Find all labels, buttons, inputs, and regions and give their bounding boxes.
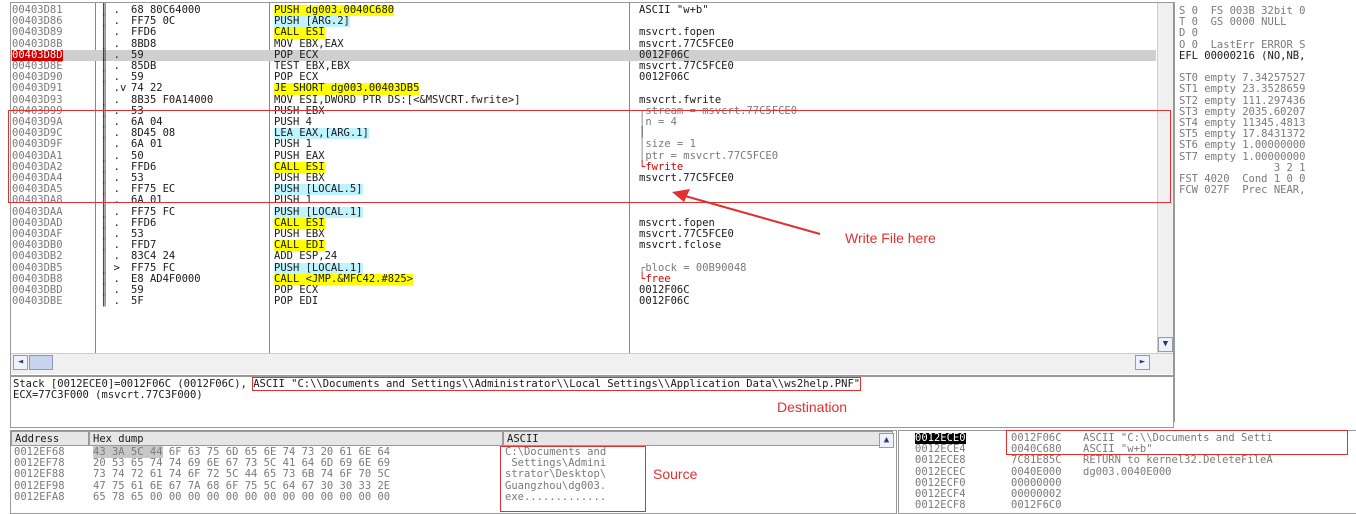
stack-highlight-box (1006, 430, 1348, 455)
disasm-hex: 74 22 (131, 82, 163, 95)
disasm-jump-marker: ║ . (101, 295, 120, 308)
dump-selected-bytes: 43 3A 5C 44 (93, 446, 163, 458)
disasm-comment: 0012F06C (639, 295, 690, 308)
disasm-address: 00403D91 (12, 82, 63, 95)
disasm-row[interactable]: 00403DBE ║ . 5F POP EDI 0012F06C (11, 295, 1156, 308)
disasm-comment: msvcrt.fclose (639, 239, 722, 252)
stack-row[interactable]: 0012ECF8 0012F6C0 (899, 499, 1356, 512)
disasm-instruction: JE SHORT dg003.00403DB5 (274, 82, 420, 95)
disasm-row[interactable]: 00403D86 ║ . FF75 0C PUSH [ARG.2] (11, 15, 1156, 28)
disasm-comment: 0012F06C (639, 71, 690, 84)
dump-hex-header[interactable]: Hex dump (89, 431, 503, 446)
stack-comment: dg003.0040E000 (1083, 465, 1172, 478)
disasm-row[interactable]: 00403DAD ║ . FFD6 CALL ESI msvcrt.fopen (11, 217, 1156, 229)
fwrite-highlight-box (8, 110, 1171, 203)
dump-row[interactable]: 0012EFA8 65 78 65 00 00 00 00 00 00 00 00… (11, 490, 896, 503)
register-line: EFL 00000216 (NO,NB, (1179, 49, 1306, 62)
stack-value: 0012F6C0 (1011, 499, 1062, 512)
register-line: D 0 (1179, 27, 1198, 40)
destination-path: ASCII "C:\\Documents and Settings\\Admin… (252, 377, 862, 391)
disasm-row[interactable]: 00403D93 ║ . 8B35 F0A14000 MOV ESI,DWORD PT… (11, 94, 1156, 106)
dump-hex: 73 74 72 61 74 6F 72 5C 44 65 73 6B 74 6… (93, 468, 391, 481)
stack-address: 0012ECE8 (915, 454, 966, 467)
destination-annotation: Destination (777, 399, 848, 415)
disasm-row[interactable]: 00403D8E ║ . 85DB TEST EBX,EBX msvcrt.77C5FC… (11, 60, 1156, 72)
info-pane: Stack [0012ECE0]=0012F06C (0012F06C), AS… (10, 376, 1174, 428)
disasm-row[interactable]: 00403DB0 ║ . FFD7 CALL EDI msvcrt.fclose (11, 239, 1156, 252)
source-highlight-box (500, 446, 646, 512)
disasm-row[interactable]: 00403DB2 ║ . 83C4 24 ADD ESP,24 (11, 251, 1156, 262)
disasm-jump-marker: ║ .v (101, 82, 127, 95)
disasm-hex: 5F (131, 295, 144, 308)
disasm-address: 00403DBE (12, 295, 63, 308)
disasm-address: 00403DB2 (12, 250, 63, 263)
stack-value: 7C81E85C (1011, 454, 1062, 467)
disasm-row[interactable]: 00403D90 ║ . 59 POP ECX 0012F06C (11, 71, 1156, 84)
scroll-right-button[interactable]: ► (1135, 355, 1150, 370)
dump-row[interactable]: 0012EF88 73 74 72 61 74 6F 72 5C 44 65 73… (11, 469, 896, 480)
disasm-jump-marker: ║ . (101, 250, 120, 263)
dump-hex-rest: 6F 63 75 6D 65 6E 74 73 20 61 6E 64 (162, 446, 391, 458)
disasm-address: 00403D89 (12, 26, 63, 39)
register-line: ST1 empty 23.3528659 (1179, 83, 1306, 96)
register-line: FCW 027F Prec NEAR, (1179, 184, 1306, 197)
disasm-instruction: POP EDI (274, 295, 319, 308)
dump-hex: 65 78 65 00 00 00 00 00 00 00 00 00 00 0… (93, 490, 391, 503)
disasm-instruction: ADD ESP,24 (274, 250, 338, 263)
info-line-2: ECX=77C3F000 (msvcrt.77C3F000) (13, 389, 203, 401)
register-line: ST6 empty 1.00000000 (1179, 139, 1306, 152)
disasm-row[interactable]: 00403DB8 ║ . E8 AD4F0000 CALL <JMP.&MFC42.#… (11, 273, 1156, 285)
dump-rows: 0012EF68 43 3A 5C 44 6F 63 75 6D 65 6E 74… (11, 446, 896, 513)
stack-comment: RETURN to kernel32.DeleteFileA (1083, 454, 1273, 467)
annotation-arrow-icon (672, 189, 821, 235)
stack-row[interactable]: 0012ECE8 7C81E85C RETURN to kernel32.Delet… (899, 455, 1356, 466)
disasm-comment: ASCII "w+b" (639, 4, 709, 16)
registers-pane: S 0 FS 003B 32bit 0T 0 GS 0000 NULL D 0O … (1174, 2, 1356, 422)
disasm-hscroll[interactable] (11, 353, 1173, 374)
stack-row[interactable]: 0012ECF4 00000002 (899, 488, 1356, 500)
hscroll-thumb[interactable] (29, 355, 53, 370)
dump-ascii-header[interactable]: ASCII (503, 431, 893, 446)
disasm-row[interactable]: 00403DBD ║ . 59 POP ECX 0012F06C (11, 284, 1156, 296)
dump-scroll-up-button[interactable]: ▲ (879, 433, 894, 448)
stack-row[interactable]: 0012ECEC 0040E000 dg003.0040E000 (899, 465, 1356, 478)
scroll-left-button[interactable]: ◄ (13, 355, 28, 370)
disasm-comment: msvcrt.fopen (639, 26, 715, 39)
disasm-row[interactable]: 00403D81 ║ . 68 80C64000 PUSH dg003.0040C68… (11, 4, 1156, 17)
source-annotation: Source (653, 466, 698, 482)
disasm-row[interactable]: 00403D91 ║ .v 74 22 JE SHORT dg003.00403DB5 (11, 82, 1156, 95)
dump-address: 0012EF88 (14, 468, 65, 481)
disasm-row[interactable]: 00403D89 ║ . FFD6 CALL ESI msvcrt.fopen (11, 26, 1156, 39)
scroll-down-button[interactable]: ▼ (1158, 337, 1173, 352)
stack-address: 0012ECF8 (915, 499, 966, 512)
disasm-hex: 83C4 24 (131, 250, 176, 263)
dump-address-header[interactable]: Address (11, 431, 89, 446)
write-file-annotation: Write File here (845, 230, 936, 246)
disasm-instruction: CALL ESI (274, 26, 325, 39)
disasm-row[interactable]: 00403DAA ║ . FF75 FC PUSH [LOCAL.1] (11, 206, 1156, 218)
dump-pane[interactable]: Address Hex dump ASCII 0012EF68 43 3A 5C … (10, 430, 897, 514)
disasm-row[interactable]: 00403D8D ║ . 59 POP ECX 0012F06C (11, 49, 1156, 61)
disasm-hex: FFD6 (131, 26, 157, 39)
dump-address: 0012EFA8 (14, 490, 65, 503)
disasm-row[interactable]: 00403D8B ║ . 8BD8 MOV EBX,EAX msvcrt.77C5FCE… (11, 38, 1156, 50)
disasm-row[interactable]: 00403DAF ║ . 53 PUSH EBX msvcrt.77C5FCE0 (11, 228, 1156, 240)
stack-row[interactable]: 0012ECF0 00000000 (899, 477, 1356, 489)
disasm-jump-marker: ║ . (101, 26, 120, 39)
